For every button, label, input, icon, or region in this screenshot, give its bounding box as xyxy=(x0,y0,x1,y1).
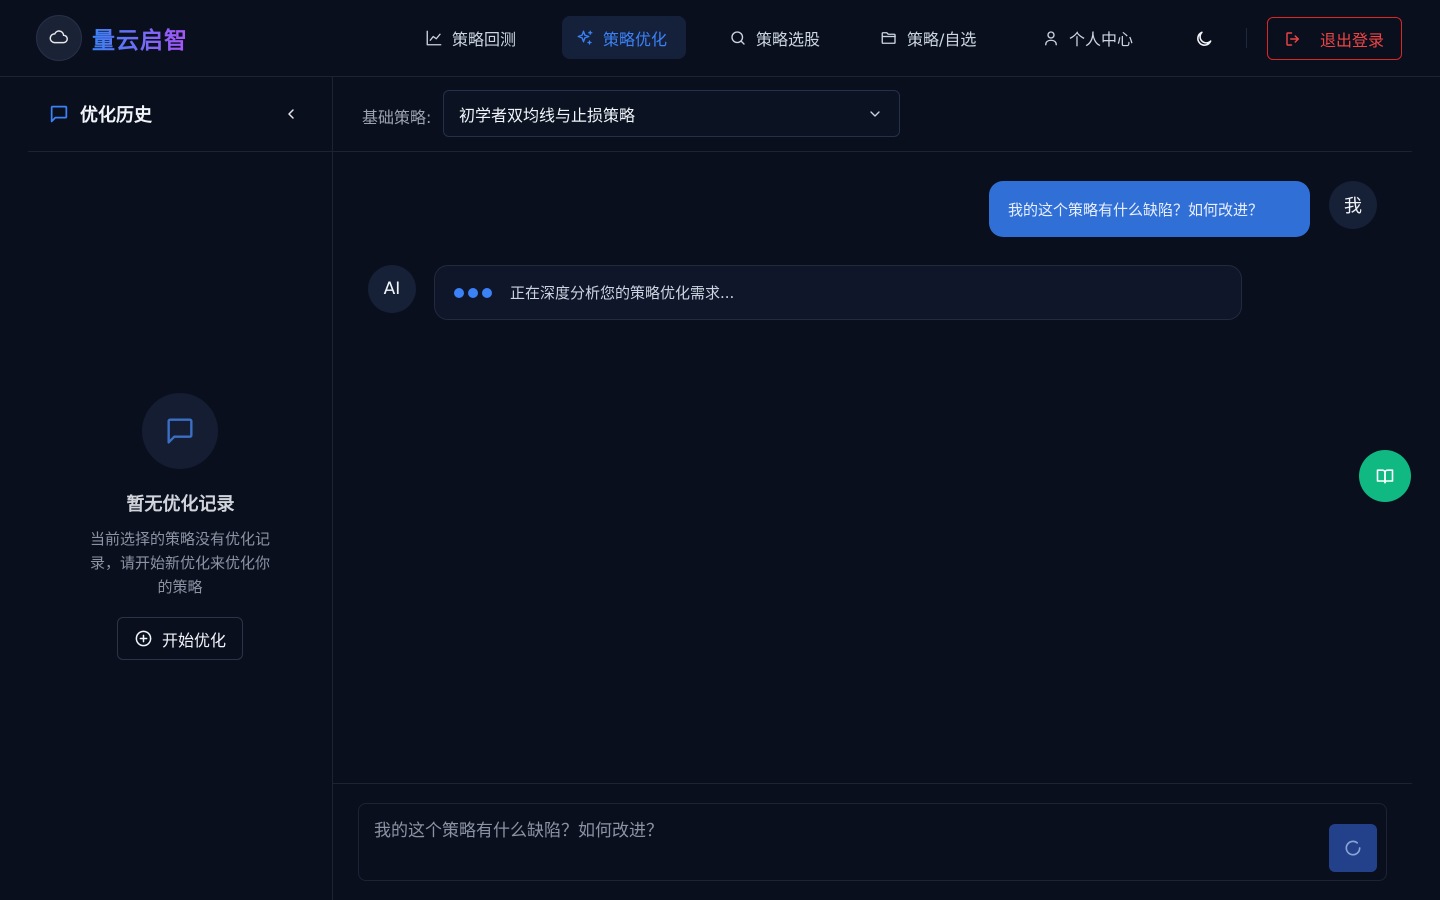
typing-indicator xyxy=(454,287,496,298)
nav-label: 策略优化 xyxy=(603,29,668,49)
history-sidebar: 优化历史 暂无优化记录 当前选择的策略没有优化记录，请开始新优化来优化你的策略 … xyxy=(28,77,333,900)
ai-message-bubble: 正在深度分析您的策略优化需求... xyxy=(434,265,1242,320)
ai-message-text: 正在深度分析您的策略优化需求... xyxy=(510,284,735,302)
divider xyxy=(333,783,1412,784)
user-avatar: 我 xyxy=(1329,181,1377,229)
book-open-icon xyxy=(1376,469,1394,484)
message-square-icon xyxy=(167,418,193,444)
message-square-icon xyxy=(50,105,68,123)
base-strategy-label: 基础策略: xyxy=(362,108,432,127)
line-chart-icon xyxy=(426,30,442,45)
chat-input-area xyxy=(358,803,1387,881)
search-icon xyxy=(731,30,745,45)
loading-spinner-icon xyxy=(1345,840,1361,856)
user-message-bubble: 我的这个策略有什么缺陷？如何改进？ xyxy=(989,181,1310,237)
empty-state-icon xyxy=(142,393,218,469)
chevron-down-icon xyxy=(870,111,880,117)
chat-input[interactable] xyxy=(359,804,1319,880)
moon-icon xyxy=(1197,31,1212,46)
logout-label: 退出登录 xyxy=(1320,30,1385,50)
brand[interactable]: 量云启智 xyxy=(36,15,188,61)
nav-label: 策略/自选 xyxy=(907,29,977,49)
send-button[interactable] xyxy=(1329,824,1377,872)
theme-toggle-button[interactable] xyxy=(1188,23,1220,55)
sidebar-header: 优化历史 xyxy=(28,77,332,152)
logout-button[interactable]: 退出登录 xyxy=(1267,17,1402,60)
nav-label: 策略回测 xyxy=(452,29,517,49)
app-title: 量云启智 xyxy=(92,21,188,55)
plus-circle-icon xyxy=(135,630,152,647)
cloud-logo-icon xyxy=(36,15,82,61)
nav-profile[interactable]: 个人中心 xyxy=(1028,16,1147,59)
chevron-left-icon xyxy=(288,109,294,119)
empty-state-description: 当前选择的策略没有优化记录，请开始新优化来优化你的策略 xyxy=(89,530,270,596)
empty-state-title: 暂无优化记录 xyxy=(126,494,235,515)
selected-strategy: 初学者双均线与止损策略 xyxy=(459,105,636,125)
ai-avatar: AI xyxy=(368,265,416,313)
nav-watchlist[interactable]: 策略/自选 xyxy=(866,16,990,59)
guide-book-button[interactable] xyxy=(1359,450,1411,502)
start-optimize-button[interactable]: 开始优化 xyxy=(117,617,243,660)
sidebar-title: 优化历史 xyxy=(80,105,152,126)
nav-optimize[interactable]: 策略优化 xyxy=(562,16,686,59)
divider xyxy=(1246,28,1247,48)
strategy-header: 基础策略: 初学者双均线与止损策略 xyxy=(333,77,1412,152)
top-navbar: 量云启智 策略回测 策略优化 策略选股 策略/自选 个人中心 退出登录 xyxy=(0,0,1440,77)
nav-stock-pick[interactable]: 策略选股 xyxy=(715,16,834,59)
nav-label: 个人中心 xyxy=(1069,29,1134,49)
user-icon xyxy=(1045,30,1057,45)
folder-icon xyxy=(881,31,896,44)
sparkles-icon xyxy=(577,30,593,45)
start-optimize-label: 开始优化 xyxy=(161,630,226,650)
nav-label: 策略选股 xyxy=(756,29,821,49)
logout-icon xyxy=(1286,31,1299,46)
collapse-sidebar-button[interactable] xyxy=(280,103,302,125)
base-strategy-select[interactable]: 初学者双均线与止损策略 xyxy=(443,90,900,137)
nav-backtest[interactable]: 策略回测 xyxy=(411,16,530,59)
